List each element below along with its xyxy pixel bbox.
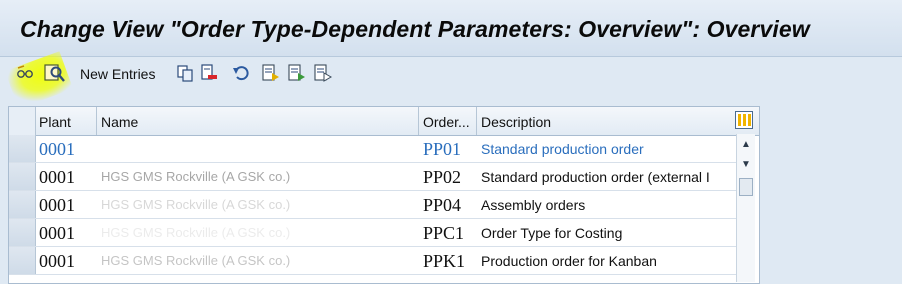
- scroll-thumb[interactable]: [739, 178, 753, 196]
- copy-icon[interactable]: [176, 64, 194, 82]
- title-bar: Change View "Order Type-Dependent Parame…: [0, 0, 902, 57]
- new-entries-button[interactable]: New Entries: [80, 66, 155, 82]
- plant-cell[interactable]: 0001: [35, 135, 97, 162]
- row-selector[interactable]: [9, 191, 36, 218]
- plant-cell[interactable]: 0001: [35, 219, 97, 246]
- table-row[interactable]: 0001 HGS GMS Rockville (A GSK co.) PPK1 …: [9, 247, 737, 275]
- select-all-icon[interactable]: [262, 64, 280, 82]
- order-type-cell[interactable]: PP01: [419, 135, 477, 162]
- glasses-edit-icon[interactable]: [16, 64, 34, 82]
- table-row[interactable]: 0001 HGS GMS Rockville (A GSK co.) PP02 …: [9, 163, 737, 191]
- deselect-all-icon[interactable]: [314, 64, 332, 82]
- page-title: Change View "Order Type-Dependent Parame…: [20, 16, 810, 42]
- order-type-cell[interactable]: PPK1: [419, 247, 477, 274]
- table-row[interactable]: 0001 HGS GMS Rockvill (A GSK co.) PP01 S…: [9, 135, 737, 163]
- redaction-mark: [95, 253, 347, 269]
- description-cell[interactable]: Standard production order: [477, 135, 733, 162]
- undo-icon[interactable]: [232, 64, 250, 82]
- description-cell[interactable]: Standard production order (external I: [477, 163, 733, 190]
- select-block-icon[interactable]: [288, 64, 306, 82]
- redaction-mark: [95, 141, 345, 157]
- column-header-name[interactable]: Name: [97, 107, 419, 135]
- plant-cell[interactable]: 0001: [35, 247, 97, 274]
- table-row[interactable]: 0001 HGS GMS Rockville (A GSK co.) PPC1 …: [9, 219, 737, 247]
- select-all-rows-cell[interactable]: [9, 107, 36, 135]
- column-header-description[interactable]: Description: [477, 107, 729, 135]
- display-change-icon[interactable]: [44, 63, 66, 83]
- table-header: Plant Name Order... Description: [9, 107, 759, 136]
- column-header-order-type[interactable]: Order...: [419, 107, 477, 135]
- description-cell[interactable]: Production order for Kanban: [477, 247, 733, 274]
- column-settings-icon[interactable]: [735, 111, 753, 129]
- delete-icon[interactable]: [200, 64, 218, 82]
- order-type-cell[interactable]: PP04: [419, 191, 477, 218]
- column-header-plant[interactable]: Plant: [35, 107, 97, 135]
- row-selector[interactable]: [9, 135, 36, 162]
- vertical-scrollbar[interactable]: ▲ ▼: [736, 134, 755, 282]
- redaction-mark: [95, 197, 340, 213]
- description-cell[interactable]: Assembly orders: [477, 191, 733, 218]
- scroll-down-icon[interactable]: ▼: [739, 158, 753, 172]
- table-row[interactable]: 0001 HGS GMS Rockville (A GSK co.) PP04 …: [9, 191, 737, 219]
- row-selector[interactable]: [9, 219, 36, 246]
- redaction-mark: [95, 169, 335, 185]
- scroll-up-icon[interactable]: ▲: [739, 138, 753, 152]
- order-type-cell[interactable]: PPC1: [419, 219, 477, 246]
- row-selector[interactable]: [9, 247, 36, 274]
- order-type-cell[interactable]: PP02: [419, 163, 477, 190]
- redaction-mark: [95, 225, 333, 241]
- plant-cell[interactable]: 0001: [35, 191, 97, 218]
- row-selector[interactable]: [9, 163, 36, 190]
- data-table: Plant Name Order... Description 0001 HGS…: [8, 106, 760, 284]
- plant-cell[interactable]: 0001: [35, 163, 97, 190]
- description-cell[interactable]: Order Type for Costing: [477, 219, 733, 246]
